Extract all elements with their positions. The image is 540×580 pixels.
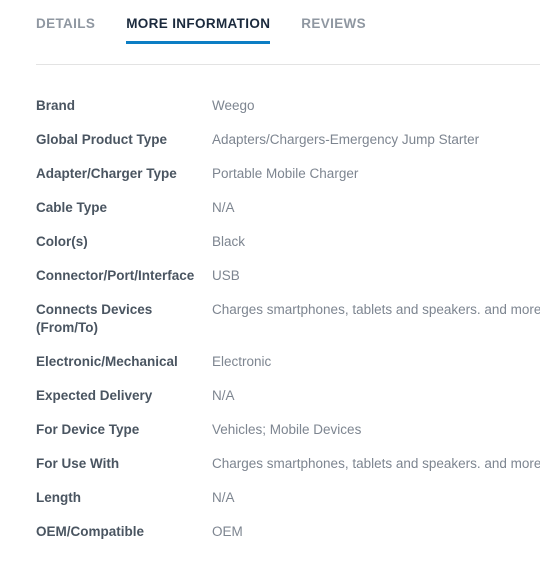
table-row: For Use With Charges smartphones, tablets… (0, 455, 540, 489)
attribute-value: N/A (212, 490, 235, 505)
table-row: Electronic/Mechanical Electronic (0, 353, 540, 387)
attribute-label: Brand (36, 98, 76, 113)
table-row: Color(s) Black (0, 233, 540, 267)
table-row: Brand Weego (0, 97, 540, 131)
table-row: Connector/Port/Interface USB (0, 267, 540, 301)
tab-details[interactable]: Details (36, 16, 95, 45)
product-tab-bar: Details More Information Reviews (0, 0, 540, 44)
product-attributes-body: Brand Weego Global Product Type Adapters/Ch… (0, 97, 540, 557)
table-row: OEM/Compatible OEM (0, 523, 540, 557)
product-attributes-table: Brand Weego Global Product Type Adapters/Ch… (0, 97, 540, 557)
attribute-value: N/A (212, 200, 235, 215)
table-row: Adapter/Charger Type Portable Mobile Char… (0, 165, 540, 199)
attribute-label: OEM/Compatible (36, 524, 145, 539)
attribute-label: Color(s) (36, 234, 88, 249)
attribute-label: Expected Delivery (36, 388, 153, 403)
attribute-value: Charges smartphones, tablets and speaker… (212, 302, 540, 317)
attribute-label: For Use With (36, 456, 120, 471)
attribute-value: USB (212, 268, 240, 283)
attribute-label: Length (36, 490, 81, 505)
attribute-value: Black (212, 234, 246, 249)
attribute-label: Adapter/Charger Type (36, 166, 177, 181)
table-row: Expected Delivery N/A (0, 387, 540, 421)
attribute-label: Connects Devices (From/To) (36, 302, 153, 335)
attribute-value: Electronic (212, 354, 272, 369)
table-row: For Device Type Vehicles; Mobile Devices (0, 421, 540, 455)
table-row: Length N/A (0, 489, 540, 523)
attribute-value: N/A (212, 388, 235, 403)
tab-more-information[interactable]: More Information (126, 16, 271, 45)
attribute-value: Charges smartphones, tablets and speaker… (212, 456, 540, 471)
attribute-value: Weego (212, 98, 255, 113)
attribute-label: Connector/Port/Interface (36, 268, 195, 283)
table-row: Connects Devices (From/To) Charges smartp… (0, 301, 540, 353)
tab-bar-divider (36, 64, 540, 65)
attribute-label: Global Product Type (36, 132, 168, 147)
attribute-label: For Device Type (36, 422, 140, 437)
product-more-information-panel: Details More Information Reviews Brand We… (0, 0, 540, 580)
attribute-value: Vehicles; Mobile Devices (212, 422, 362, 437)
attribute-label: Cable Type (36, 200, 108, 215)
table-row: Cable Type N/A (0, 199, 540, 233)
attribute-value: OEM (212, 524, 243, 539)
attribute-value: Portable Mobile Charger (212, 166, 359, 181)
attribute-label: Electronic/Mechanical (36, 354, 178, 369)
tab-reviews[interactable]: Reviews (301, 16, 366, 45)
attribute-value: Adapters/Chargers-Emergency Jump Starter (212, 132, 480, 147)
table-row: Global Product Type Adapters/Chargers-Eme… (0, 131, 540, 165)
